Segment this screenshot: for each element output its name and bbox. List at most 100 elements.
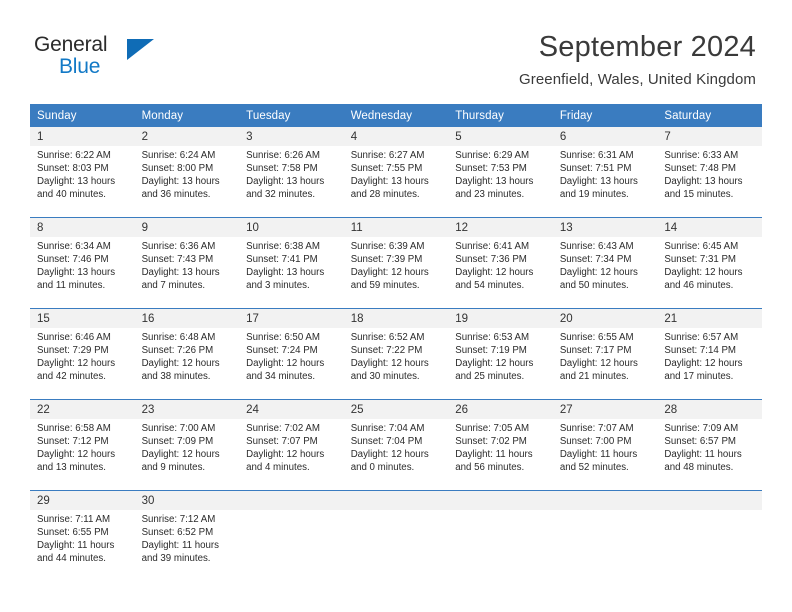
sunset-text: Sunset: 7:00 PM xyxy=(559,436,632,448)
day-cell[interactable]: Sunrise: 6:36 AM Sunset: 7:43 PM Dayligh… xyxy=(134,237,240,309)
weekday-header-monday: Monday xyxy=(134,104,240,127)
day-cell[interactable]: Sunrise: 6:38 AM Sunset: 7:41 PM Dayligh… xyxy=(239,237,344,309)
day-number[interactable]: 11 xyxy=(343,217,449,237)
day-cell[interactable]: Sunrise: 7:04 AM Sunset: 7:04 PM Dayligh… xyxy=(343,419,449,491)
day-number[interactable]: 6 xyxy=(552,127,658,146)
day-number[interactable]: 24 xyxy=(239,399,344,419)
day-number[interactable]: 21 xyxy=(657,308,762,328)
day-cell[interactable]: Sunrise: 6:50 AM Sunset: 7:24 PM Dayligh… xyxy=(239,328,344,400)
sunrise-text: Sunrise: 6:57 AM xyxy=(664,332,739,343)
day-cell[interactable]: Sunrise: 6:22 AM Sunset: 8:03 PM Dayligh… xyxy=(30,146,135,218)
week-date-row: 22 23 24 25 26 27 28 xyxy=(30,399,762,419)
sunset-text: Sunset: 7:02 PM xyxy=(455,436,527,448)
title-block: September 2024 Greenfield, Wales, United… xyxy=(519,30,756,90)
sunrise-text: Sunrise: 7:09 AM xyxy=(664,423,739,434)
day-cell[interactable]: Sunrise: 6:53 AM Sunset: 7:19 PM Dayligh… xyxy=(448,328,553,400)
day-cell[interactable]: Sunrise: 6:33 AM Sunset: 7:48 PM Dayligh… xyxy=(657,146,762,218)
week-info-row: Sunrise: 6:22 AM Sunset: 8:03 PM Dayligh… xyxy=(30,146,762,218)
day-cell[interactable]: Sunrise: 6:24 AM Sunset: 8:00 PM Dayligh… xyxy=(134,146,240,218)
day-number[interactable]: 9 xyxy=(134,217,240,237)
sunrise-text: Sunrise: 6:52 AM xyxy=(350,332,425,343)
day-number[interactable]: 14 xyxy=(657,217,762,237)
day-cell[interactable]: Sunrise: 7:05 AM Sunset: 7:02 PM Dayligh… xyxy=(448,419,553,491)
sunset-text: Sunset: 7:55 PM xyxy=(350,163,423,175)
day-cell[interactable]: Sunrise: 7:02 AM Sunset: 7:07 PM Dayligh… xyxy=(239,419,344,491)
day-cell[interactable]: Sunrise: 6:41 AM Sunset: 7:36 PM Dayligh… xyxy=(448,237,553,309)
daylight-text: Daylight: 12 hours xyxy=(455,358,534,370)
day-number[interactable]: 4 xyxy=(343,127,449,146)
day-cell[interactable]: Sunrise: 6:48 AM Sunset: 7:26 PM Dayligh… xyxy=(134,328,240,400)
day-number[interactable]: 12 xyxy=(448,217,553,237)
day-number[interactable]: 26 xyxy=(448,399,553,419)
day-cell[interactable]: Sunrise: 6:43 AM Sunset: 7:34 PM Dayligh… xyxy=(552,237,658,309)
day-cell[interactable]: Sunrise: 6:39 AM Sunset: 7:39 PM Dayligh… xyxy=(343,237,449,309)
week-date-row: 29 30 xyxy=(30,490,762,510)
day-cell[interactable]: Sunrise: 6:57 AM Sunset: 7:14 PM Dayligh… xyxy=(657,328,762,400)
day-cell[interactable]: Sunrise: 6:52 AM Sunset: 7:22 PM Dayligh… xyxy=(343,328,449,400)
weekday-header-row: Sunday Monday Tuesday Wednesday Thursday… xyxy=(30,104,762,127)
day-number[interactable]: 10 xyxy=(239,217,344,237)
day-cell-empty xyxy=(552,510,658,581)
sunset-text: Sunset: 7:43 PM xyxy=(141,254,214,266)
day-cell[interactable]: Sunrise: 6:26 AM Sunset: 7:58 PM Dayligh… xyxy=(239,146,344,218)
day-number[interactable]: 17 xyxy=(239,308,344,328)
daylight-text: Daylight: 12 hours xyxy=(141,358,220,370)
daylight-text-cont: and 46 minutes. xyxy=(664,280,734,292)
day-number[interactable]: 28 xyxy=(657,399,762,419)
calendar-page: General Blue September 2024 Greenfield, … xyxy=(0,0,792,612)
sunset-text: Sunset: 7:46 PM xyxy=(37,254,109,266)
sunrise-text: Sunrise: 7:05 AM xyxy=(455,423,530,434)
sunset-text: Sunset: 6:55 PM xyxy=(37,527,109,539)
sunset-text: Sunset: 7:14 PM xyxy=(664,345,736,357)
day-cell[interactable]: Sunrise: 6:45 AM Sunset: 7:31 PM Dayligh… xyxy=(657,237,762,309)
day-cell[interactable]: Sunrise: 7:09 AM Sunset: 6:57 PM Dayligh… xyxy=(657,419,762,491)
day-number[interactable]: 18 xyxy=(343,308,449,328)
day-cell[interactable]: Sunrise: 7:07 AM Sunset: 7:00 PM Dayligh… xyxy=(552,419,658,491)
day-number[interactable]: 29 xyxy=(30,490,135,510)
daylight-text-cont: and 48 minutes. xyxy=(664,462,734,474)
day-number[interactable]: 23 xyxy=(134,399,240,419)
day-number[interactable]: 13 xyxy=(552,217,658,237)
day-number[interactable]: 15 xyxy=(30,308,135,328)
day-number[interactable]: 2 xyxy=(134,127,240,146)
daylight-text-cont: and 38 minutes. xyxy=(141,371,211,383)
day-number[interactable]: 5 xyxy=(448,127,553,146)
sunset-text: Sunset: 7:41 PM xyxy=(246,254,318,266)
day-cell[interactable]: Sunrise: 6:58 AM Sunset: 7:12 PM Dayligh… xyxy=(30,419,135,491)
day-cell[interactable]: Sunrise: 6:27 AM Sunset: 7:55 PM Dayligh… xyxy=(343,146,449,218)
sunrise-text: Sunrise: 7:04 AM xyxy=(350,423,425,434)
day-cell[interactable]: Sunrise: 7:00 AM Sunset: 7:09 PM Dayligh… xyxy=(134,419,240,491)
day-number[interactable]: 30 xyxy=(134,490,240,510)
sunset-text: Sunset: 7:22 PM xyxy=(350,345,423,357)
sunrise-text: Sunrise: 7:11 AM xyxy=(37,514,111,525)
day-cell[interactable]: Sunrise: 6:34 AM Sunset: 7:46 PM Dayligh… xyxy=(30,237,135,309)
daylight-text-cont: and 54 minutes. xyxy=(455,280,525,292)
day-cell[interactable]: Sunrise: 7:11 AM Sunset: 6:55 PM Dayligh… xyxy=(30,510,135,581)
day-cell[interactable]: Sunrise: 6:29 AM Sunset: 7:53 PM Dayligh… xyxy=(448,146,553,218)
logo-text-blue: Blue xyxy=(59,55,101,78)
day-cell[interactable]: Sunrise: 6:31 AM Sunset: 7:51 PM Dayligh… xyxy=(552,146,658,218)
day-number[interactable]: 7 xyxy=(657,127,762,146)
day-number[interactable]: 3 xyxy=(239,127,344,146)
day-number[interactable]: 19 xyxy=(448,308,553,328)
day-cell[interactable]: Sunrise: 6:46 AM Sunset: 7:29 PM Dayligh… xyxy=(30,328,135,400)
daylight-text: Daylight: 12 hours xyxy=(37,358,116,370)
sunset-text: Sunset: 8:03 PM xyxy=(37,163,109,175)
day-number[interactable]: 1 xyxy=(30,127,135,146)
sunset-text: Sunset: 7:36 PM xyxy=(455,254,527,266)
day-number[interactable]: 22 xyxy=(30,399,135,419)
day-number[interactable]: 20 xyxy=(552,308,658,328)
daylight-text: Daylight: 13 hours xyxy=(350,176,429,188)
day-cell[interactable]: Sunrise: 6:55 AM Sunset: 7:17 PM Dayligh… xyxy=(552,328,658,400)
day-number[interactable]: 27 xyxy=(552,399,658,419)
logo-text-general: General xyxy=(34,33,108,56)
day-cell[interactable]: Sunrise: 7:12 AM Sunset: 6:52 PM Dayligh… xyxy=(134,510,240,581)
day-number[interactable]: 16 xyxy=(134,308,240,328)
day-number[interactable]: 8 xyxy=(30,217,135,237)
day-number[interactable]: 25 xyxy=(343,399,449,419)
sunset-text: Sunset: 7:26 PM xyxy=(141,345,214,357)
daylight-text: Daylight: 13 hours xyxy=(246,176,325,188)
sunrise-text: Sunrise: 6:55 AM xyxy=(559,332,634,343)
sunset-text: Sunset: 7:53 PM xyxy=(455,163,527,175)
daylight-text-cont: and 56 minutes. xyxy=(455,462,525,474)
